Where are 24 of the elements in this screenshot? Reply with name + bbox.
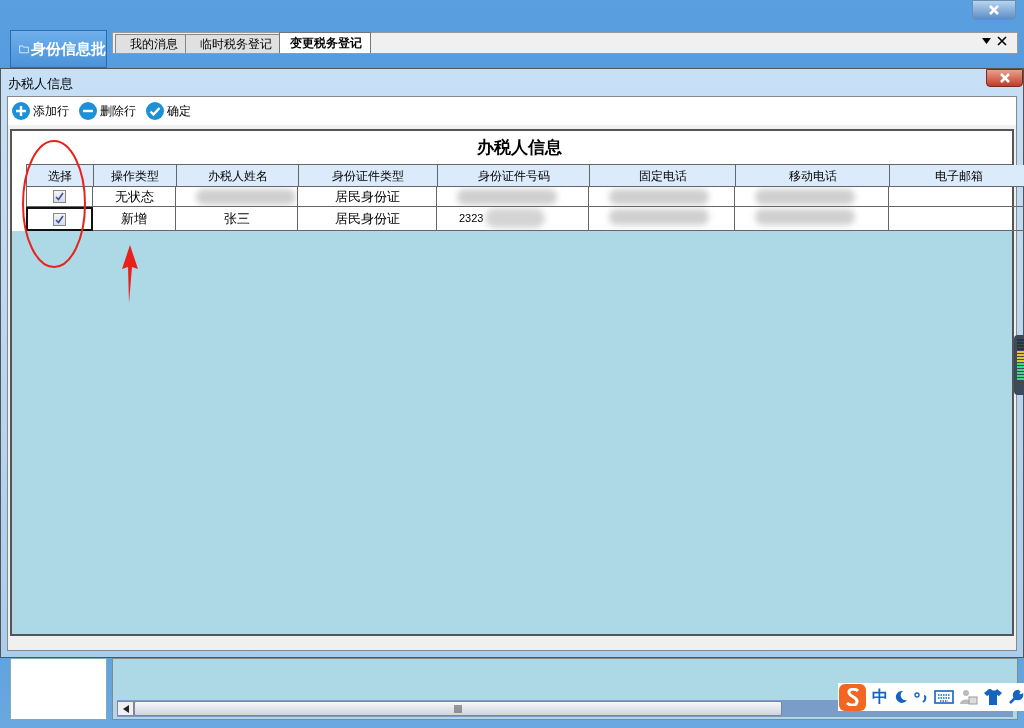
table-cell: 无状态 <box>114 187 154 206</box>
column-header[interactable]: 办税人姓名 <box>177 165 299 187</box>
table-cell: 居民身份证 <box>334 187 400 206</box>
table-cell-text: 张三 <box>223 209 250 228</box>
table-cell-text: 居民身份证 <box>334 209 400 228</box>
column-header[interactable]: 电子邮箱 <box>890 165 1024 187</box>
grid-title: 办税人信息 <box>475 136 563 159</box>
toolbar-button[interactable]: 添加行 <box>12 102 69 120</box>
tab[interactable]: 变更税务登记 <box>279 32 371 53</box>
table-cell-text: 新增 <box>121 209 147 228</box>
column-header[interactable]: 移动电话 <box>736 165 890 187</box>
column-header[interactable]: 选择 <box>27 165 94 187</box>
toolbar-button[interactable]: 删除行 <box>79 102 136 120</box>
column-header[interactable]: 身份证件号码 <box>438 165 590 187</box>
column-header[interactable]: 固定电话 <box>590 165 736 187</box>
tab[interactable]: 临时税务登记 <box>185 34 281 53</box>
column-header[interactable]: 操作类型 <box>94 165 177 187</box>
column-header[interactable]: 身份证件类型 <box>299 165 438 187</box>
side-panel-title: 身份信息批 <box>31 38 106 59</box>
tab[interactable]: 我的消息 <box>115 34 187 53</box>
ime-mode[interactable]: 中 <box>872 685 888 709</box>
table-cell-text: 2323 <box>459 211 484 227</box>
toolbar-button[interactable]: 确定 <box>146 102 191 120</box>
dialog-title: 办税人信息 <box>8 75 73 93</box>
